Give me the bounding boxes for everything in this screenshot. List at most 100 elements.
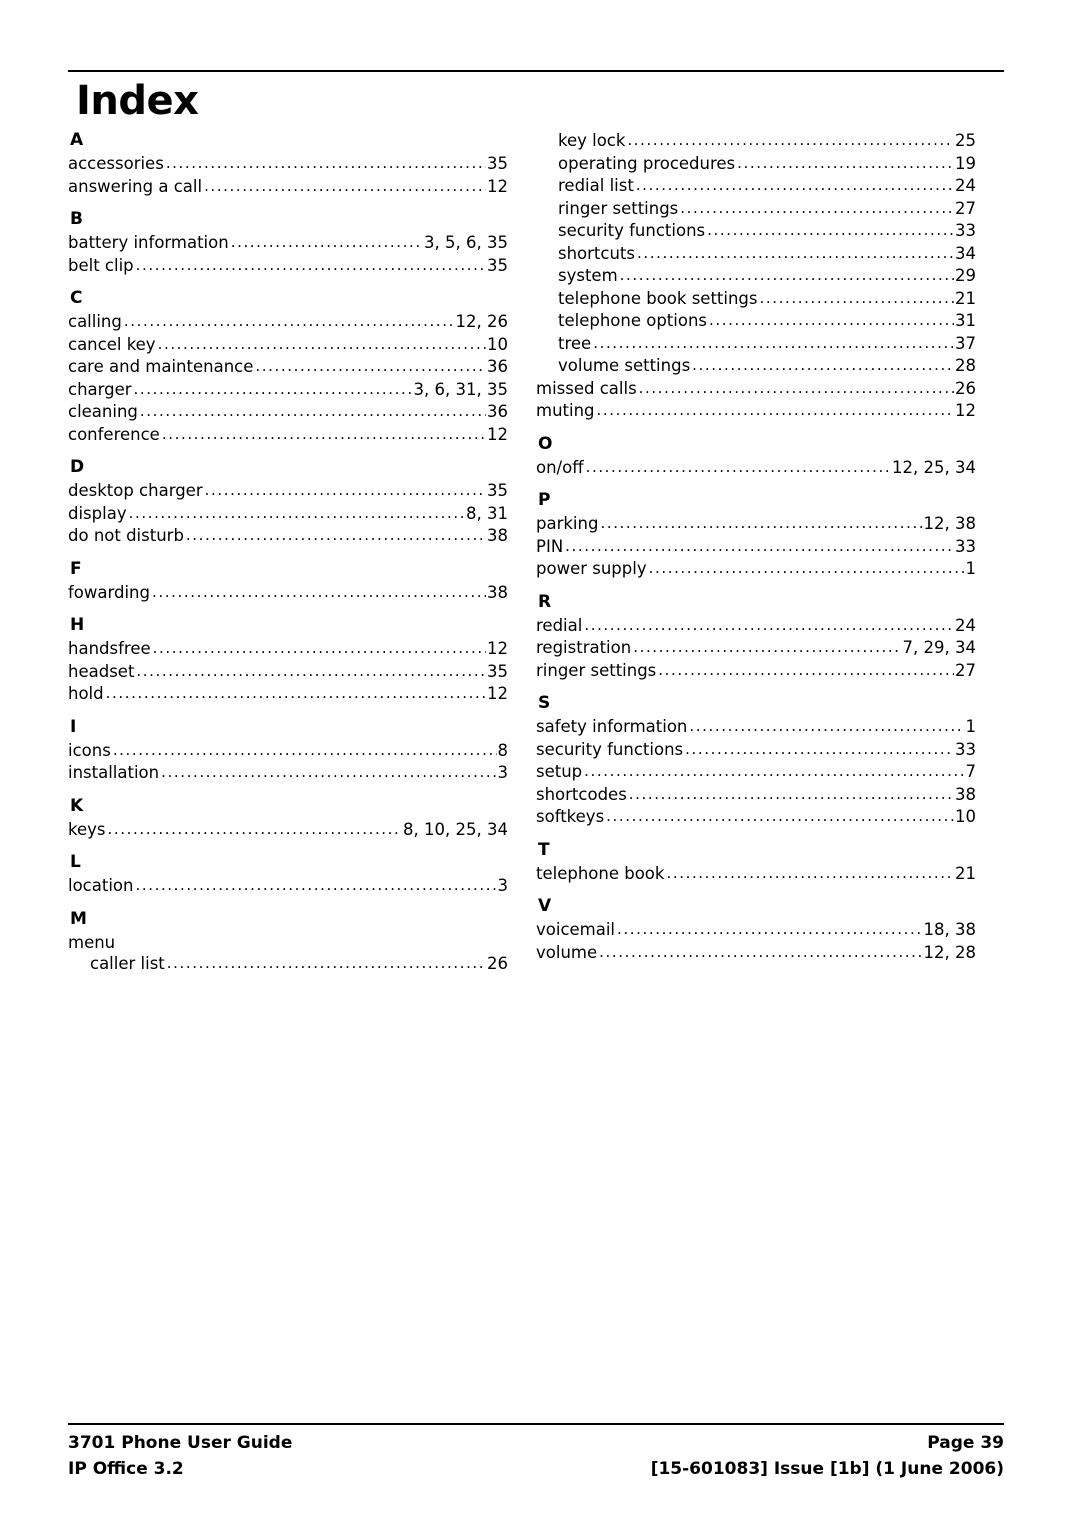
- footer-guide-title: 3701 Phone User Guide: [68, 1433, 293, 1453]
- index-entry[interactable]: installation............................…: [68, 762, 508, 785]
- index-entry-leader-dots: ........................................…: [152, 582, 486, 601]
- index-entry[interactable]: answering a call........................…: [68, 176, 508, 199]
- index-entry-term: caller list: [90, 954, 165, 973]
- index-entry[interactable]: redial list.............................…: [536, 175, 976, 198]
- index-entry[interactable]: hold....................................…: [68, 683, 508, 706]
- index-entry-leader-dots: ........................................…: [585, 457, 892, 476]
- index-entry-pages: 18, 38: [923, 920, 976, 939]
- index-entry-term: care and maintenance: [68, 357, 254, 376]
- index-entry[interactable]: redial..................................…: [536, 615, 976, 638]
- index-entry[interactable]: charger.................................…: [68, 379, 508, 402]
- index-entry[interactable]: safety information......................…: [536, 716, 976, 739]
- index-entry[interactable]: accessories.............................…: [68, 153, 508, 176]
- index-entry[interactable]: setup...................................…: [536, 761, 976, 784]
- index-entry-leader-dots: ........................................…: [617, 920, 923, 938]
- index-entry-pages: 31: [955, 311, 976, 330]
- index-entry-pages: 12, 25, 34: [892, 457, 976, 477]
- index-entry-pages: 26: [487, 954, 508, 973]
- index-entry[interactable]: battery information.....................…: [68, 232, 508, 255]
- index-entry[interactable]: ringer settings.........................…: [536, 660, 976, 683]
- index-entry-leader-dots: ........................................…: [737, 153, 954, 172]
- index-entry-leader-dots: ........................................…: [161, 424, 486, 443]
- index-entry[interactable]: do not disturb..........................…: [68, 525, 508, 548]
- index-entry-term: icons: [68, 740, 111, 760]
- index-entry[interactable]: handsfree...............................…: [68, 638, 508, 661]
- index-entry[interactable]: keys....................................…: [68, 819, 508, 842]
- index-entry[interactable]: display.................................…: [68, 503, 508, 526]
- index-entry[interactable]: icons...................................…: [68, 740, 508, 763]
- index-entry-pages: 26: [955, 378, 976, 398]
- index-letter-heading: O: [538, 433, 553, 454]
- index-entry[interactable]: calling.................................…: [68, 311, 508, 334]
- index-entry[interactable]: parking.................................…: [536, 513, 976, 536]
- index-entry[interactable]: softkeys................................…: [536, 806, 976, 829]
- index-entry[interactable]: caller list.............................…: [68, 953, 508, 976]
- index-entry-term: belt clip: [68, 255, 134, 275]
- index-entry[interactable]: fowarding...............................…: [68, 582, 508, 605]
- index-entry-pages: 36: [487, 402, 508, 421]
- index-entry-leader-dots: ........................................…: [638, 378, 954, 397]
- index-entry[interactable]: belt clip...............................…: [68, 255, 508, 278]
- index-entry-leader-dots: ........................................…: [633, 638, 901, 656]
- index-entry-leader-dots: ........................................…: [165, 154, 486, 172]
- index-letter-heading: L: [70, 852, 81, 872]
- index-entry[interactable]: volume settings.........................…: [536, 355, 976, 378]
- index-entry-leader-dots: ........................................…: [599, 942, 922, 961]
- index-entry-term: handsfree: [68, 639, 151, 658]
- index-letter-heading: A: [70, 130, 84, 150]
- index-entry[interactable]: power supply............................…: [536, 558, 976, 581]
- index-entry[interactable]: registration............................…: [536, 637, 976, 660]
- index-entry[interactable]: care and maintenance....................…: [68, 356, 508, 379]
- index-entry[interactable]: conference..............................…: [68, 424, 508, 447]
- index-entry[interactable]: shortcuts...............................…: [536, 243, 976, 266]
- index-entry-pages: 38: [487, 582, 508, 602]
- index-entry[interactable]: telephone book..........................…: [536, 863, 976, 886]
- index-entry-leader-dots: ........................................…: [648, 559, 965, 577]
- index-entry-leader-dots: ........................................…: [619, 266, 954, 284]
- index-entry-pages: 24: [955, 615, 976, 635]
- index-entry[interactable]: menu....................................…: [68, 932, 508, 954]
- index-entry[interactable]: PIN.....................................…: [536, 536, 976, 559]
- index-entry[interactable]: volume..................................…: [536, 942, 976, 965]
- index-entry[interactable]: muting..................................…: [536, 400, 976, 423]
- index-entry[interactable]: telephone book settings.................…: [536, 288, 976, 311]
- index-entry-leader-dots: ........................................…: [709, 311, 954, 329]
- index-entry[interactable]: desktop charger.........................…: [68, 480, 508, 503]
- index-entry[interactable]: telephone options.......................…: [536, 310, 976, 333]
- index-entry-pages: 1: [965, 717, 977, 736]
- index-entry[interactable]: voicemail...............................…: [536, 919, 976, 942]
- index-entry[interactable]: missed calls............................…: [536, 378, 976, 401]
- index-entry[interactable]: shortcodes..............................…: [536, 784, 976, 807]
- index-entry-leader-dots: ........................................…: [107, 819, 403, 838]
- index-letter-heading: B: [70, 209, 83, 229]
- index-entry[interactable]: operating procedures....................…: [536, 153, 976, 176]
- index-entry[interactable]: security functions......................…: [536, 739, 976, 762]
- index-entry[interactable]: on/off..................................…: [536, 457, 976, 480]
- index-entry[interactable]: ringer settings.........................…: [536, 198, 976, 221]
- index-entry[interactable]: key lock................................…: [536, 130, 976, 153]
- index-entry-pages: 12, 28: [923, 942, 976, 962]
- index-entry[interactable]: cancel key..............................…: [68, 334, 508, 357]
- index-entry-pages: 35: [487, 255, 508, 275]
- index-entry-leader-dots: ........................................…: [685, 739, 954, 758]
- index-entry-term: registration: [536, 638, 632, 657]
- index-entry[interactable]: location................................…: [68, 875, 508, 898]
- footer-page-number: Page 39: [927, 1433, 1004, 1453]
- index-entry-term: tree: [558, 333, 592, 353]
- index-entry-pages: 38: [487, 526, 508, 545]
- index-entry-pages: 8, 31: [466, 503, 508, 523]
- index-entry-leader-dots: ........................................…: [637, 243, 954, 262]
- index-entry[interactable]: cleaning................................…: [68, 401, 508, 424]
- index-entry[interactable]: system..................................…: [536, 265, 976, 288]
- index-entry-leader-dots: ........................................…: [565, 536, 954, 555]
- index-entry-leader-dots: ........................................…: [105, 684, 486, 702]
- index-entry-pages: 3: [497, 876, 509, 895]
- index-entry-pages: 29: [955, 266, 976, 285]
- index-entry-term: power supply: [536, 559, 647, 578]
- index-entry-term: conference: [68, 424, 160, 444]
- index-entry[interactable]: headset.................................…: [68, 661, 508, 684]
- index-entry-leader-dots: ........................................…: [584, 762, 964, 780]
- index-entry[interactable]: security functions......................…: [536, 220, 976, 243]
- page-title: Index: [76, 78, 199, 124]
- index-entry[interactable]: tree....................................…: [536, 333, 976, 356]
